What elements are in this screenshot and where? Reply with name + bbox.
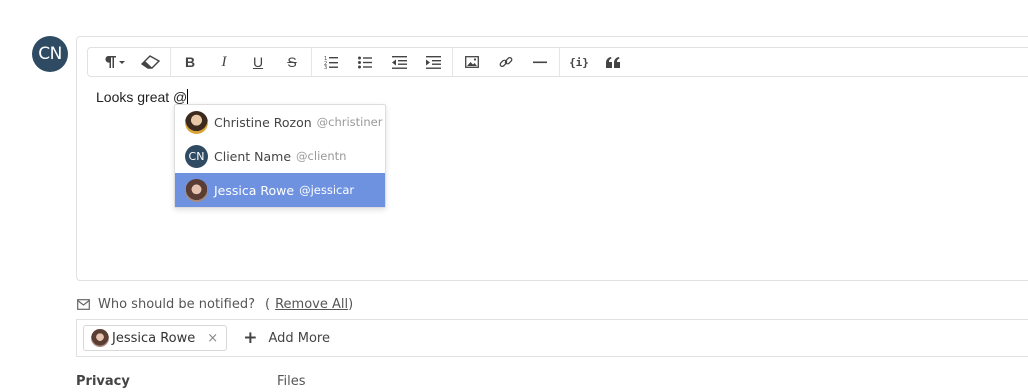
toolbar-divider <box>559 48 560 76</box>
underline-icon: U <box>252 54 264 70</box>
mention-handle: @jessicar <box>299 183 355 197</box>
italic-icon: I <box>221 53 227 70</box>
mention-option-jessica[interactable]: Jessica Rowe @jessicar <box>175 173 385 207</box>
close-paren: ) <box>348 297 354 312</box>
plus-icon: + <box>243 327 258 348</box>
mention-name: Jessica Rowe <box>214 182 295 198</box>
avatar <box>185 110 208 134</box>
mention-dropdown: Christine Rozon @christiner CN Client Na… <box>174 104 386 208</box>
ordered-list-icon: 123 <box>324 56 338 69</box>
mention-handle: @clientn <box>296 149 347 163</box>
indent-button[interactable] <box>416 48 450 76</box>
avatar <box>185 178 208 202</box>
horizontal-rule-icon <box>533 61 547 63</box>
mention-option-christine[interactable]: Christine Rozon @christiner <box>175 105 385 139</box>
horizontal-rule-button[interactable] <box>523 48 557 76</box>
avatar: CN <box>185 144 208 168</box>
unordered-list-icon <box>358 56 372 68</box>
strikethrough-button[interactable]: S <box>275 48 309 76</box>
mention-name: Christine Rozon <box>214 114 312 130</box>
quote-button[interactable] <box>596 48 630 76</box>
notify-label: Who should be notified? <box>98 297 256 312</box>
ordered-list-button[interactable]: 123 <box>314 48 348 76</box>
files-label: Files <box>277 374 306 389</box>
add-more-button[interactable]: + Add More <box>243 327 330 348</box>
outdent-button[interactable] <box>382 48 416 76</box>
envelope-icon <box>77 299 90 310</box>
clear-format-button[interactable] <box>134 48 168 76</box>
svg-text:3: 3 <box>324 65 327 69</box>
avatar <box>91 329 109 347</box>
image-icon <box>465 56 479 68</box>
toolbar-divider <box>452 48 453 76</box>
text-caret <box>187 89 189 105</box>
mention-handle: @christiner <box>316 115 383 129</box>
author-avatar: CN <box>32 36 68 72</box>
bold-button[interactable]: B <box>173 48 207 76</box>
indent-icon <box>425 55 441 69</box>
insert-link-button[interactable] <box>489 48 523 76</box>
mention-name: Client Name <box>214 148 292 164</box>
editor-content[interactable]: Looks great @ <box>96 89 189 105</box>
remove-all-link[interactable]: Remove All <box>275 297 348 312</box>
privacy-label: Privacy <box>76 374 130 389</box>
editor-text: Looks great @ <box>96 89 188 105</box>
editor-toolbar: B I U S 123 {i} <box>87 47 1028 77</box>
open-paren: ( <box>265 297 271 312</box>
remove-recipient-icon[interactable]: × <box>207 331 218 346</box>
recipient-name: Jessica Rowe <box>112 330 196 346</box>
underline-button[interactable]: U <box>241 48 275 76</box>
italic-button[interactable]: I <box>207 48 241 76</box>
eraser-icon <box>141 55 161 69</box>
add-more-label: Add More <box>268 330 330 346</box>
strikethrough-icon: S <box>287 54 297 70</box>
paragraph-format-icon <box>105 56 125 68</box>
recipients-field[interactable]: Jessica Rowe × + Add More <box>76 319 1028 357</box>
toolbar-divider <box>170 48 171 76</box>
code-icon: {i} <box>569 55 589 69</box>
quote-icon <box>606 56 620 68</box>
code-button[interactable]: {i} <box>562 48 596 76</box>
unordered-list-button[interactable] <box>348 48 382 76</box>
mention-option-client[interactable]: CN Client Name @clientn <box>175 139 385 173</box>
insert-image-button[interactable] <box>455 48 489 76</box>
outdent-icon <box>391 55 407 69</box>
link-icon <box>499 56 513 68</box>
bold-icon: B <box>184 54 196 70</box>
recipient-chip: Jessica Rowe × <box>83 325 228 351</box>
toolbar-divider <box>311 48 312 76</box>
paragraph-format-button[interactable] <box>94 48 134 76</box>
notify-header: Who should be notified? ( Remove All) <box>77 297 353 312</box>
